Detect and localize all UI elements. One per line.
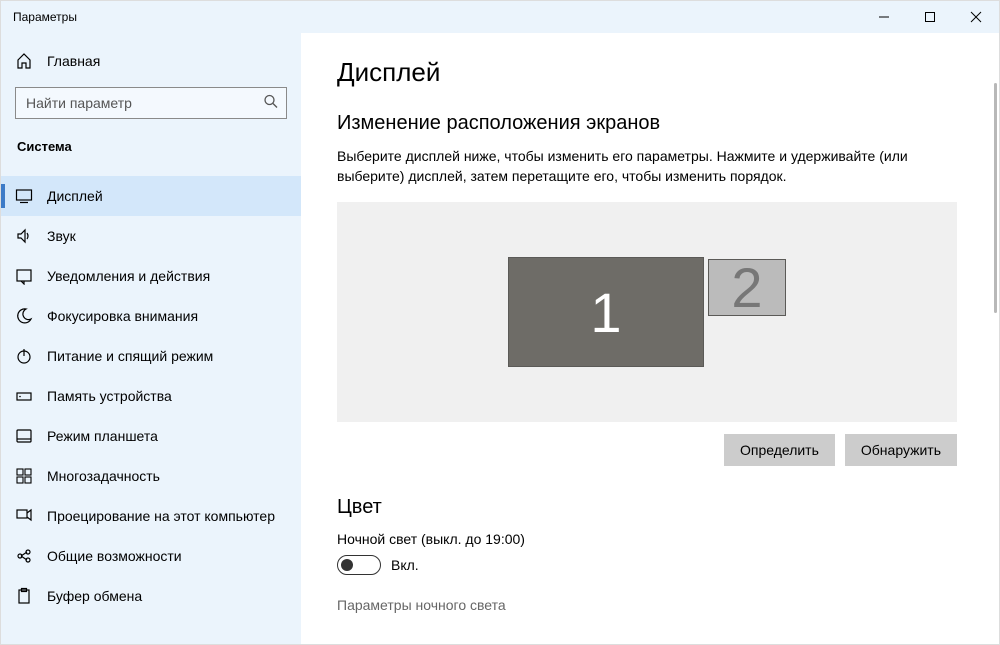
content-area: Дисплей Изменение расположения экранов В… bbox=[301, 33, 999, 644]
identify-button[interactable]: Определить bbox=[724, 434, 835, 466]
scrollbar[interactable] bbox=[994, 83, 997, 313]
sidebar-item-label: Питание и спящий режим bbox=[47, 348, 213, 364]
moon-icon bbox=[15, 307, 33, 325]
sidebar-item-label: Многозадачность bbox=[47, 468, 160, 484]
minimize-button[interactable] bbox=[861, 1, 907, 33]
window-controls bbox=[861, 1, 999, 33]
night-light-toggle-wrap: Вкл. bbox=[337, 555, 963, 575]
sidebar-item-label: Звук bbox=[47, 228, 76, 244]
sidebar-item-label: Фокусировка внимания bbox=[47, 308, 198, 324]
sidebar-item-notification[interactable]: Уведомления и действия bbox=[1, 256, 301, 296]
maximize-button[interactable] bbox=[907, 1, 953, 33]
sidebar-item-tablet[interactable]: Режим планшета bbox=[1, 416, 301, 456]
home-icon bbox=[15, 52, 33, 70]
sidebar-item-shared[interactable]: Общие возможности bbox=[1, 536, 301, 576]
sidebar-item-multitask[interactable]: Многозадачность bbox=[1, 456, 301, 496]
home-nav[interactable]: Главная bbox=[1, 41, 301, 81]
sidebar: Главная Система Дисплей Звук Уведомления и… bbox=[1, 33, 301, 644]
display-arrange-area[interactable]: 1 2 bbox=[337, 202, 957, 422]
monitor-1[interactable]: 1 bbox=[508, 257, 704, 367]
shared-icon bbox=[15, 547, 33, 565]
monitor-2[interactable]: 2 bbox=[708, 259, 786, 316]
monitor-group: 1 2 bbox=[506, 257, 788, 367]
sidebar-item-power[interactable]: Питание и спящий режим bbox=[1, 336, 301, 376]
arrange-title: Изменение расположения экранов bbox=[337, 112, 963, 135]
power-icon bbox=[15, 347, 33, 365]
accent-bar bbox=[1, 184, 5, 208]
sidebar-item-label: Память устройства bbox=[47, 388, 172, 404]
night-light-label: Ночной свет (выкл. до 19:00) bbox=[337, 531, 963, 547]
titlebar: Параметры bbox=[1, 1, 999, 33]
sidebar-item-label: Проецирование на этот компьютер bbox=[47, 508, 275, 524]
sidebar-item-clipboard[interactable]: Буфер обмена bbox=[1, 576, 301, 616]
color-title: Цвет bbox=[337, 496, 963, 519]
sidebar-item-sound[interactable]: Звук bbox=[1, 216, 301, 256]
night-light-toggle[interactable] bbox=[337, 555, 381, 575]
sidebar-item-moon[interactable]: Фокусировка внимания bbox=[1, 296, 301, 336]
search-input[interactable] bbox=[15, 87, 287, 119]
display-buttons: Определить Обнаружить bbox=[337, 434, 957, 466]
sidebar-item-label: Буфер обмена bbox=[47, 588, 142, 604]
sidebar-item-label: Режим планшета bbox=[47, 428, 158, 444]
close-button[interactable] bbox=[953, 1, 999, 33]
night-light-row: Ночной свет (выкл. до 19:00) Вкл. bbox=[337, 531, 963, 575]
search-wrap bbox=[15, 87, 287, 119]
multitask-icon bbox=[15, 467, 33, 485]
arrange-desc: Выберите дисплей ниже, чтобы изменить ег… bbox=[337, 147, 957, 186]
tablet-icon bbox=[15, 427, 33, 445]
detect-button[interactable]: Обнаружить bbox=[845, 434, 957, 466]
window-title: Параметры bbox=[13, 10, 861, 24]
clipboard-icon bbox=[15, 587, 33, 605]
sidebar-item-label: Общие возможности bbox=[47, 548, 182, 564]
night-light-settings-link[interactable]: Параметры ночного света bbox=[337, 597, 963, 613]
toggle-state-label: Вкл. bbox=[391, 557, 419, 573]
project-icon bbox=[15, 507, 33, 525]
sidebar-item-label: Уведомления и действия bbox=[47, 268, 210, 284]
home-label: Главная bbox=[47, 53, 100, 69]
notification-icon bbox=[15, 267, 33, 285]
nav-list: Дисплей Звук Уведомления и действия Фокусир… bbox=[1, 176, 301, 616]
category-label: Система bbox=[1, 129, 301, 176]
storage-icon bbox=[15, 387, 33, 405]
sidebar-item-project[interactable]: Проецирование на этот компьютер bbox=[1, 496, 301, 536]
sidebar-item-label: Дисплей bbox=[47, 188, 103, 204]
sidebar-item-storage[interactable]: Память устройства bbox=[1, 376, 301, 416]
sound-icon bbox=[15, 227, 33, 245]
toggle-knob bbox=[341, 559, 353, 571]
page-title: Дисплей bbox=[337, 57, 963, 88]
display-icon bbox=[15, 187, 33, 205]
search-icon bbox=[263, 94, 279, 113]
sidebar-item-display[interactable]: Дисплей bbox=[1, 176, 301, 216]
